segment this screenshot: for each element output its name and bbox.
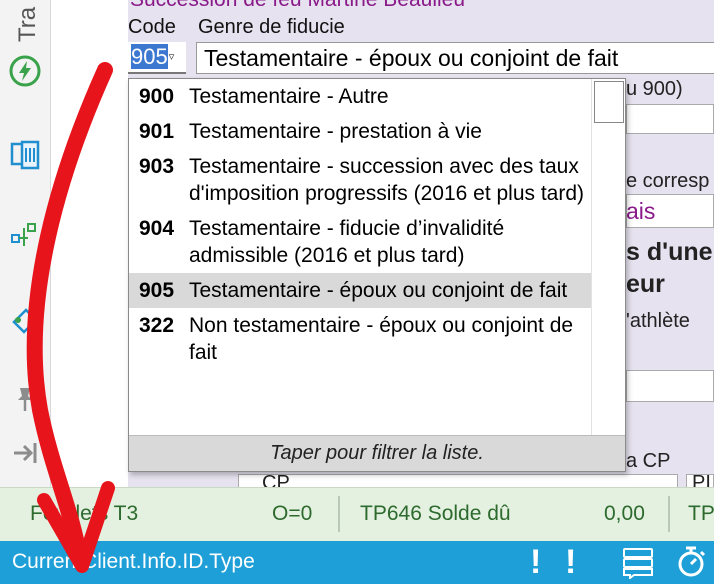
dropdown-item-900[interactable]: 900 Testamentaire - Autre <box>129 79 591 114</box>
background-text-athlete: 'athlète <box>626 310 690 332</box>
dropdown-item-code: 903 <box>139 155 175 178</box>
client-title: Succession de feu Martine Beaulieu <box>130 0 465 12</box>
dropdown-filter-hint: Taper pour filtrer la liste. <box>129 435 625 471</box>
dropdown-item-code: 322 <box>139 314 175 337</box>
background-text-u900: u 900) <box>626 78 683 100</box>
dropdown-item-label: Testamentaire - fiducie d’invalidité adm… <box>189 217 505 267</box>
dropdown-item-code: 904 <box>139 217 175 240</box>
dropdown-item-code: 900 <box>139 85 175 108</box>
genre-field[interactable]: Testamentaire - époux ou conjoint de fai… <box>196 42 714 74</box>
dropdown-item-901[interactable]: 901 Testamentaire - prestation à vie <box>129 114 591 149</box>
o-count: O=0 <box>272 502 313 525</box>
dropdown-item-label: Testamentaire - succession avec des taux… <box>189 155 585 205</box>
background-heading-eur: eur <box>626 270 665 298</box>
dropdown-scroll-thumb[interactable] <box>594 81 624 123</box>
code-value: 905 <box>131 44 168 69</box>
tp-label-cut: TP <box>688 502 714 525</box>
dropdown-item-904[interactable]: 904 Testamentaire - fiducie d’invalidité … <box>129 211 591 273</box>
background-heading-dune: s d'une <box>626 238 713 266</box>
copy-pages-icon[interactable] <box>6 136 44 174</box>
pin-icon[interactable] <box>6 380 44 418</box>
summary-divider <box>668 496 670 532</box>
background-text-corresp: e corresp <box>626 170 710 192</box>
message-stack-icon[interactable] <box>620 545 656 584</box>
dropdown-item-905[interactable]: 905 Testamentaire - époux ou conjoint de … <box>129 273 591 308</box>
lightning-icon[interactable] <box>6 52 44 90</box>
dropdown-caret-icon[interactable]: ▿ <box>169 51 175 63</box>
stopwatch-icon[interactable] <box>674 545 708 584</box>
summary-row: Feuillets T3 O=0 TP646 Solde dû 0,00 TP <box>0 487 714 541</box>
background-field[interactable] <box>626 104 714 134</box>
tp646-label[interactable]: TP646 Solde dû <box>360 502 511 526</box>
dropdown-item-label: Testamentaire - prestation à vie <box>189 120 482 143</box>
background-field[interactable] <box>626 370 714 402</box>
summary-divider <box>338 496 340 532</box>
warning-indicator[interactable]: ! <box>530 543 541 582</box>
dropdown-item-903[interactable]: 903 Testamentaire - succession avec des t… <box>129 149 591 211</box>
dropdown-list: 900 Testamentaire - Autre 901 Testamentaire… <box>129 79 591 370</box>
form-left-margin <box>98 0 128 487</box>
dropdown-scrollbar[interactable] <box>591 79 625 435</box>
tp646-value: 0,00 <box>604 502 645 525</box>
code-input[interactable]: 905▿ <box>128 42 186 74</box>
left-toolbar: Tra <box>0 0 51 487</box>
code-label: Code <box>128 16 176 38</box>
dropdown-item-label: Non testamentaire - époux ou conjoint de… <box>189 314 574 364</box>
tag-icon[interactable] <box>6 300 44 338</box>
arrow-right-icon[interactable] <box>6 434 44 472</box>
tree-icon[interactable] <box>6 216 44 254</box>
dropdown-item-label: Testamentaire - Autre <box>189 85 389 108</box>
background-text-acp: a CP <box>626 450 671 472</box>
dropdown-item-322[interactable]: 322 Non testamentaire - époux ou conjoint… <box>129 308 591 370</box>
vertical-tab[interactable]: Tra <box>10 0 40 44</box>
background-text-pi: PI <box>692 472 711 487</box>
warning-indicator[interactable]: ! <box>565 543 576 582</box>
vertical-tab-label: Tra <box>14 6 40 42</box>
dropdown-item-label: Testamentaire - époux ou conjoint de fai… <box>189 279 568 302</box>
trust-type-dropdown[interactable]: 900 Testamentaire - Autre 901 Testamentaire… <box>128 78 626 472</box>
background-text-ais: ais <box>626 198 656 224</box>
field-path: CurrentClient.Info.ID.Type <box>12 550 255 573</box>
status-bar: CurrentClient.Info.ID.Type ! ! <box>0 541 714 584</box>
dropdown-item-code: 901 <box>139 120 175 143</box>
genre-label: Genre de fiducie <box>198 16 345 38</box>
feuillets-t3-label[interactable]: Feuillets T3 <box>30 502 138 526</box>
background-field-cp[interactable] <box>238 474 678 488</box>
background-text-cp: CP <box>262 472 290 487</box>
dropdown-item-code: 905 <box>139 279 175 302</box>
